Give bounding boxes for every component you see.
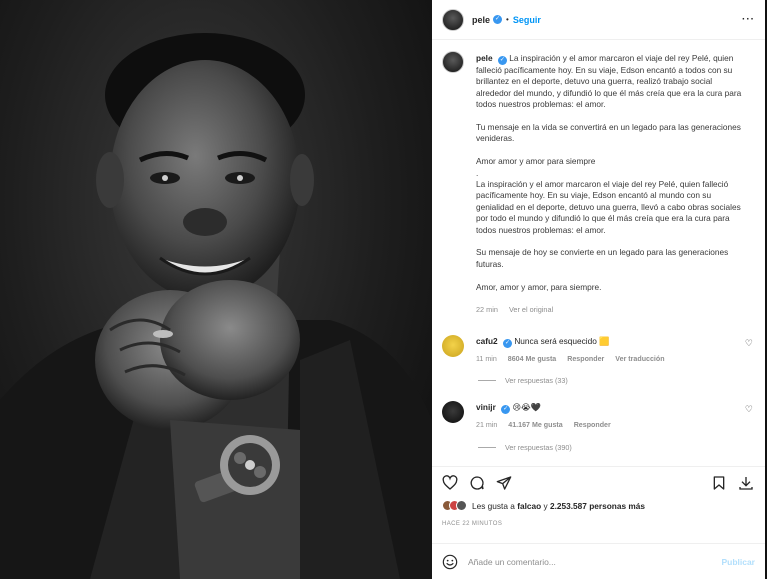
follow-button[interactable]: Seguir xyxy=(513,15,541,25)
share-icon[interactable] xyxy=(496,475,512,491)
comment-time: 11 min xyxy=(476,355,497,363)
view-replies-button[interactable]: Ver respuestas (390) xyxy=(478,443,572,452)
view-replies-label: Ver respuestas (390) xyxy=(505,443,572,452)
caption-paragraph: Amor amor y amor para siempre xyxy=(476,156,596,167)
action-bar xyxy=(432,466,765,496)
comment-likes[interactable]: 8604 Me gusta xyxy=(508,355,557,363)
caption-paragraph: . xyxy=(476,167,479,178)
replies-line xyxy=(478,447,496,448)
likes-suffix[interactable]: personas más xyxy=(589,501,645,511)
caption-paragraph: Su mensaje de hoy se convierte en un leg… xyxy=(476,247,729,269)
comment-avatar[interactable] xyxy=(442,335,464,357)
verified-icon: ✓ xyxy=(497,56,507,65)
comment-meta: 21 min 41.167 Me gusta Responder xyxy=(476,421,736,429)
view-replies-label: Ver respuestas (33) xyxy=(505,376,568,385)
publish-button[interactable]: Publicar xyxy=(721,557,755,567)
caption-avatar[interactable] xyxy=(442,51,464,73)
likes-first-user[interactable]: falcao xyxy=(517,501,541,511)
heart-icon[interactable] xyxy=(442,475,458,491)
post-timestamp[interactable]: HACE 22 MINUTOS xyxy=(442,521,502,527)
comment-username[interactable]: cafu2 xyxy=(476,336,498,346)
comment-likes[interactable]: 41.167 Me gusta xyxy=(508,421,562,429)
see-original-link[interactable]: Ver el original xyxy=(509,305,553,314)
bookmark-icon[interactable] xyxy=(711,475,727,491)
caption-time: 22 min xyxy=(476,305,498,315)
likes-count[interactable]: 2.253.587 xyxy=(550,501,587,511)
likes-connector: y xyxy=(543,500,548,511)
comment-body: vinijr ✓ 😢😭🖤 21 min 41.167 Me gusta Resp… xyxy=(476,402,736,429)
verified-icon: ✓ xyxy=(503,339,512,348)
comment-avatar[interactable] xyxy=(442,401,464,423)
liker-avatar xyxy=(456,500,467,511)
verified-icon: ✓ xyxy=(501,405,511,414)
caption-paragraph: Tu mensaje en la vida se convertirá en u… xyxy=(476,122,741,144)
emoji-icon[interactable] xyxy=(442,554,458,570)
caption-paragraph: La inspiración y el amor marcaron el via… xyxy=(476,53,742,110)
post-username[interactable]: pele xyxy=(472,15,490,25)
separator-dot: • xyxy=(506,15,509,24)
comments-section[interactable]: pele ✓ La inspiración y el amor marcaron… xyxy=(432,40,765,460)
avatar[interactable] xyxy=(442,8,464,31)
likes-prefix: Les gusta a xyxy=(472,500,515,511)
caption-username[interactable]: pele xyxy=(476,53,493,63)
caption-paragraph: Amor, amor y amor, para siempre. xyxy=(476,281,602,292)
caption-paragraph: La inspiración y el amor marcaron el via… xyxy=(476,179,741,235)
comment-input[interactable] xyxy=(468,556,698,567)
comment-body: cafu2 ✓ Nunca será esquecido 🟨 11 min 86… xyxy=(476,336,736,363)
caption-meta: 22 min Ver el original xyxy=(476,304,744,315)
likes-summary[interactable]: Les gusta a falcao y 2.253.587 personas … xyxy=(442,500,762,511)
translate-button[interactable]: Ver traducción xyxy=(615,355,664,363)
portrait-illustration xyxy=(0,33,432,579)
post-side-panel: pele ✓ • Seguir ··· pele ✓ La inspiració… xyxy=(432,0,765,579)
post-header: pele ✓ • Seguir ··· xyxy=(432,0,765,40)
reply-button[interactable]: Responder xyxy=(574,421,611,429)
comment-username[interactable]: vinijr xyxy=(476,402,496,412)
comment-meta: 11 min 8604 Me gusta Responder Ver tradu… xyxy=(476,355,736,363)
like-comment-icon[interactable]: ♡ xyxy=(745,404,753,415)
comment-text: Nunca será esquecido 🟨 xyxy=(514,336,610,346)
verified-icon: ✓ xyxy=(493,15,503,24)
download-icon[interactable] xyxy=(738,475,754,491)
post-photo[interactable] xyxy=(0,0,432,579)
reply-button[interactable]: Responder xyxy=(567,355,604,363)
comment-time: 21 min xyxy=(476,421,498,429)
caption-text: pele ✓ La inspiración y el amor marcaron… xyxy=(476,53,744,316)
more-options-icon[interactable]: ··· xyxy=(742,14,755,25)
comment-icon[interactable] xyxy=(469,475,485,491)
add-comment-bar: Publicar xyxy=(432,543,765,579)
comment-text: 😢😭🖤 xyxy=(512,402,542,412)
like-comment-icon[interactable]: ♡ xyxy=(745,338,753,349)
replies-line xyxy=(478,380,496,381)
view-replies-button[interactable]: Ver respuestas (33) xyxy=(478,376,568,385)
